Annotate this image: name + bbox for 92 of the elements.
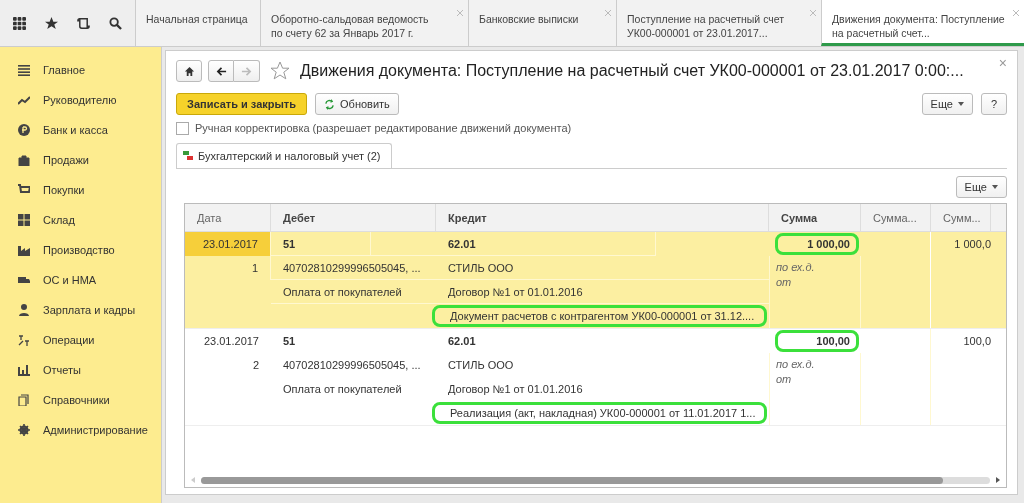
close-icon[interactable] xyxy=(457,10,463,16)
sidebar-item[interactable]: Отчеты xyxy=(43,364,82,376)
table-cell: Документ расчетов с контрагентом УК00-000001 от 31.12.... xyxy=(432,305,767,327)
close-icon[interactable] xyxy=(1013,10,1019,16)
forward-arrow-icon xyxy=(241,65,252,77)
table-cell: 62.01 xyxy=(436,232,656,256)
table-cell-text: 100,0 xyxy=(962,334,991,349)
person-icon xyxy=(18,304,30,316)
cart-icon xyxy=(18,184,30,196)
open-tab[interactable]: Оборотно-сальдовая ведомость по счету 62 за Январь 2017 г. xyxy=(260,0,468,46)
sidebar-item[interactable]: Зарплата и кадры xyxy=(43,304,136,316)
sidebar-item[interactable]: ОС и НМА xyxy=(43,274,97,286)
column-header[interactable]: Сумма xyxy=(769,204,861,231)
close-icon[interactable] xyxy=(605,10,611,16)
apps-grid-icon[interactable] xyxy=(13,16,27,30)
star-icon[interactable] xyxy=(270,61,290,81)
table-row[interactable]: 23.01.2017 1 51 40702810299996505045, ... Оплата от покупателей 62.01 СТИЛЬ ООО Договор №1 от 01.01.2016 Документ расчетов с контрагентом УК00-000001 от 31.12.... 1 000,00 по ех.д. от 1 000,0 xyxy=(185,232,1006,329)
table-cell: 1 xyxy=(185,256,271,280)
ledger-icon xyxy=(18,334,30,346)
sidebar-item[interactable]: Покупки xyxy=(43,184,85,196)
sidebar-item[interactable]: Руководителю xyxy=(43,94,117,106)
sidebar-item[interactable]: Склад xyxy=(43,214,75,226)
table-cell-text: по ех.д. от xyxy=(776,357,816,387)
home-icon xyxy=(183,65,195,77)
sidebar-item[interactable]: Справочники xyxy=(43,394,110,406)
table-cell: 1 000,00 xyxy=(775,233,859,255)
column-header[interactable]: Кредит xyxy=(436,204,769,231)
open-tab[interactable]: Движения документа: Поступление на расчетный счет... xyxy=(821,0,1024,46)
table-row[interactable]: 23.01.2017 2 51 40702810299996505045, ... Оплата от покупателей 62.01 СТИЛЬ ООО Договор №1 от 01.01.2016 Реализация (акт, накладная) УК00-000001 от 11.01.2017 1... 100,00 по ех.д. от 100,0 xyxy=(185,329,1006,426)
caret-icon xyxy=(958,102,964,106)
column-header[interactable]: Сумм... xyxy=(931,204,991,231)
table-cell: Реализация (акт, накладная) УК00-000001 от 11.01.2017 1... xyxy=(432,402,767,424)
close-icon[interactable] xyxy=(810,10,816,16)
column-header[interactable]: Дата xyxy=(185,204,271,231)
column-header[interactable]: Дебет xyxy=(271,204,436,231)
table-cell-text: 40702810299996505045, ... xyxy=(282,358,422,373)
checkbox-label: Ручная корректировка (разрешает редактирование движений документа) xyxy=(195,122,572,134)
sidebar-item[interactable]: Главное xyxy=(43,64,86,76)
search-icon[interactable] xyxy=(108,16,122,30)
table-cell-text: СТИЛЬ ООО xyxy=(447,358,515,373)
book-icon xyxy=(18,394,30,406)
form-tab[interactable]: Бухгалтерский и налоговый учет (2) xyxy=(176,143,392,168)
scroll-right-icon[interactable] xyxy=(996,477,1000,483)
more-button[interactable]: Еще xyxy=(921,93,973,115)
scrollbar-thumb[interactable] xyxy=(201,476,943,484)
table-cell: Договор №1 от 01.01.2016 xyxy=(436,280,769,304)
sidebar-item[interactable]: Операции xyxy=(43,334,95,346)
checkbox[interactable] xyxy=(176,121,189,135)
table-cell: Оплата от покупателей xyxy=(271,280,436,304)
table-cell-text: 2 xyxy=(251,358,260,373)
table-cell-text: 51 xyxy=(282,334,297,349)
bars-icon xyxy=(18,364,30,376)
table-cell-text: 1 000,0 xyxy=(953,237,991,252)
form-title: Движения документа: Поступление на расчетный счет УК00-000001 от 23.01.2017 0:00:... xyxy=(300,62,965,80)
list-icon xyxy=(18,64,30,76)
open-tab[interactable]: Начальная страница xyxy=(135,0,260,46)
caret-icon xyxy=(992,185,998,189)
table-cell-text: Договор №1 от 01.01.2016 xyxy=(447,382,584,397)
refresh-button[interactable]: Обновить xyxy=(315,93,399,115)
scroll-left-icon[interactable] xyxy=(191,477,195,483)
star-icon[interactable] xyxy=(45,16,59,30)
factory-icon xyxy=(18,244,30,256)
help-button[interactable]: ? xyxy=(981,93,1007,115)
bag-icon xyxy=(18,154,30,166)
save-close-button[interactable]: Записать и закрыть xyxy=(176,93,308,115)
more-button[interactable]: Еще xyxy=(955,176,1007,198)
trend-icon xyxy=(18,94,30,106)
table-cell: 23.01.2017 xyxy=(185,232,271,256)
table-cell-text: Оплата от покупателей xyxy=(282,382,403,397)
gear-icon xyxy=(18,424,30,436)
table-cell: 40702810299996505045, ... xyxy=(271,256,436,280)
ledger-icon xyxy=(183,151,193,161)
refresh-icon xyxy=(324,98,336,110)
open-tab[interactable]: Поступление на расчетный счет УК00-000001 от 23.01.2017... xyxy=(616,0,821,46)
open-tab[interactable]: Банковские выписки xyxy=(468,0,616,46)
home-button[interactable] xyxy=(176,60,202,82)
sidebar-item[interactable]: Банк и касса xyxy=(43,124,108,136)
table-cell: СТИЛЬ ООО xyxy=(436,256,769,280)
table-cell-text: 23.01.2017 xyxy=(202,334,260,349)
table-cell-text: по ех.д. от xyxy=(776,260,816,290)
history-icon[interactable] xyxy=(76,16,90,30)
back-button[interactable] xyxy=(208,60,234,82)
back-arrow-icon xyxy=(215,65,227,77)
coin-icon xyxy=(18,124,30,136)
sidebar-item[interactable]: Производство xyxy=(43,244,115,256)
sidebar-item[interactable]: Администрирование xyxy=(43,424,148,436)
column-header[interactable]: Сумма... xyxy=(861,204,931,231)
sidebar-item[interactable]: Продажи xyxy=(43,154,89,166)
table-cell: 51 xyxy=(271,232,371,256)
grid-icon xyxy=(18,214,30,226)
table-cell-text: 62.01 xyxy=(447,334,477,349)
table-cell: 100,00 xyxy=(775,330,859,352)
